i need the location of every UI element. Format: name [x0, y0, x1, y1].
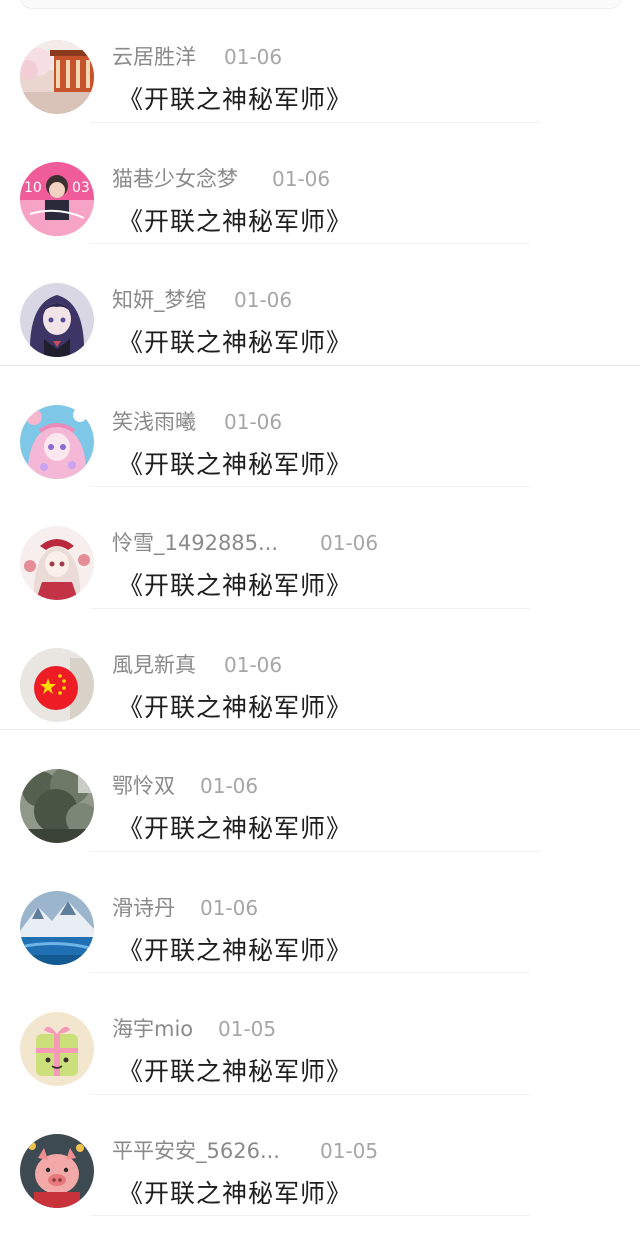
comment-meta: 猫巷少女念梦 01-06 [112, 162, 330, 196]
comment-meta: 鄂怜双 01-06 [112, 769, 258, 803]
red-dress-anime-avatar-icon[interactable] [20, 526, 94, 600]
pink-anime-avatar-icon[interactable] [20, 404, 94, 479]
list-item[interactable]: 平平安安_5626... 01-05 《开联之神秘军师》 [0, 1093, 640, 1216]
divider [90, 972, 530, 973]
comment-date: 01-06 [200, 895, 259, 920]
comment-date: 01-06 [320, 531, 379, 555]
comment-text: 《开联之神秘军师》 [118, 814, 353, 843]
comment-meta: 云居胜洋 01-06 [112, 40, 282, 74]
divider [0, 729, 640, 730]
comment-text: 《开联之神秘军师》 [118, 1178, 353, 1208]
list-item[interactable]: 滑诗丹 01-06 《开联之神秘军师》 [0, 850, 640, 973]
snow-mountain-avatar-icon[interactable] [20, 890, 94, 965]
svg-text:10: 10 [24, 180, 42, 196]
divider [90, 850, 540, 852]
comment-meta: 怜雪_1492885... 01-06 [112, 526, 378, 560]
list-item[interactable]: 云居胜洋 01-06 《开联之神秘军师》 [0, 0, 640, 122]
list-item[interactable]: 海宇mio 01-05 《开联之神秘军师》 [0, 972, 640, 1094]
username[interactable]: 海宇mio [112, 1012, 193, 1046]
username[interactable]: 滑诗丹 [112, 891, 175, 925]
comment-meta: 滑诗丹 01-06 [112, 891, 258, 925]
cartoon-gift-avatar-icon[interactable] [20, 1012, 94, 1086]
comment-meta: 海宇mio 01-05 [112, 1012, 276, 1046]
list-item[interactable]: 笑浅雨曦 01-06 《开联之神秘军师》 [0, 364, 640, 487]
comment-text: 《开联之神秘军师》 [118, 328, 353, 357]
comment-text: 《开联之神秘军师》 [118, 206, 353, 236]
comment-text: 《开联之神秘军师》 [118, 85, 353, 114]
divider [90, 607, 530, 609]
comment-date: 01-06 [224, 652, 283, 677]
comment-date: 01-06 [234, 288, 293, 312]
username[interactable]: 猫巷少女念梦 [112, 162, 238, 196]
china-flag-badge-avatar-icon[interactable] [20, 647, 94, 722]
divider [90, 1214, 530, 1216]
username[interactable]: 云居胜洋 [112, 40, 196, 74]
comment-date: 01-05 [218, 1017, 277, 1041]
username[interactable]: 怜雪_1492885... [112, 526, 278, 560]
username[interactable]: 風見新真 [112, 648, 196, 682]
divider [90, 1093, 530, 1095]
comment-date: 01-06 [224, 45, 283, 69]
comment-date: 01-06 [224, 409, 283, 434]
comment-meta: 風見新真 01-06 [112, 648, 282, 682]
list-item[interactable]: 怜雪_1492885... 01-06 《开联之神秘军师》 [0, 486, 640, 608]
pink-poster-avatar-icon[interactable]: 10 03 [20, 161, 94, 236]
comment-text: 《开联之神秘军师》 [118, 1057, 353, 1086]
comment-date: 01-05 [320, 1138, 379, 1163]
list-item[interactable]: 10 03 猫巷少女念梦 01-06 《开联之神秘军师》 [0, 121, 640, 244]
comment-meta: 笑浅雨曦 01-06 [112, 405, 282, 439]
comment-text: 《开联之神秘军师》 [118, 935, 353, 965]
divider [90, 121, 540, 123]
username[interactable]: 笑浅雨曦 [112, 405, 196, 439]
comment-text: 《开联之神秘军师》 [118, 571, 353, 600]
divider [90, 243, 530, 244]
comment-date: 01-06 [200, 774, 259, 798]
list-item[interactable]: 風見新真 01-06 《开联之神秘军师》 [0, 607, 640, 730]
cartoon-pig-avatar-icon[interactable] [20, 1133, 94, 1208]
comment-date: 01-06 [272, 166, 331, 191]
svg-text:03: 03 [72, 180, 90, 196]
tree-photo-avatar-icon[interactable] [20, 769, 94, 843]
username[interactable]: 鄂怜双 [112, 769, 175, 803]
list-item[interactable]: 知妍_梦绾 01-06 《开联之神秘军师》 [0, 243, 640, 365]
divider [90, 486, 530, 487]
username[interactable]: 知妍_梦绾 [112, 283, 207, 317]
comment-text: 《开联之神秘军师》 [118, 449, 353, 479]
comment-text: 《开联之神秘军师》 [118, 692, 353, 722]
comment-meta: 知妍_梦绾 01-06 [112, 283, 292, 317]
divider [0, 364, 640, 366]
anime-girl-avatar-icon[interactable] [20, 283, 94, 357]
list-item[interactable]: 鄂怜双 01-06 《开联之神秘军师》 [0, 729, 640, 851]
username[interactable]: 平平安安_5626... [112, 1134, 280, 1168]
palace-photo-avatar-icon[interactable] [20, 40, 94, 114]
comment-meta: 平平安安_5626... 01-05 [112, 1134, 378, 1168]
